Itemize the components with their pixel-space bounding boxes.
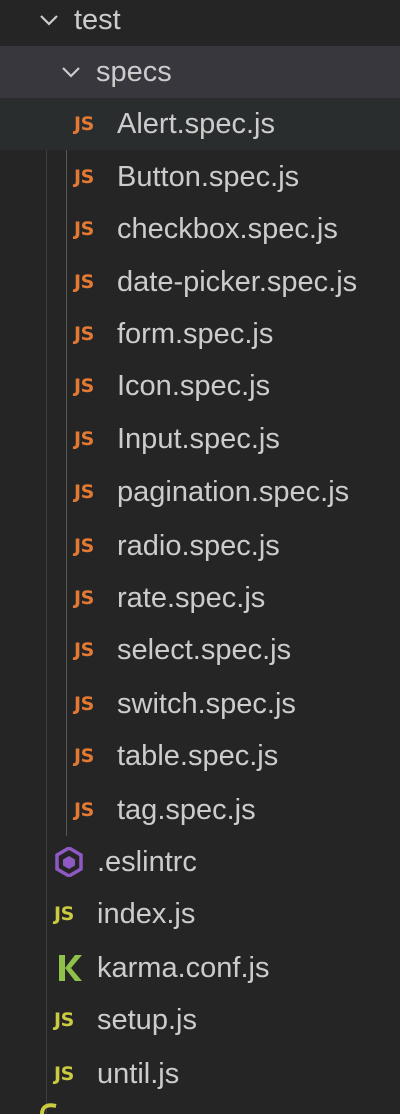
- js-file-icon: JS: [74, 166, 94, 188]
- file-label: rate.spec.js: [117, 582, 266, 614]
- folder-specs-label: specs: [96, 56, 172, 88]
- file-input-spec[interactable]: JS Input.spec.js: [0, 413, 400, 465]
- file-rate-spec[interactable]: JS rate.spec.js: [0, 572, 400, 624]
- js-file-icon: JS: [74, 535, 94, 557]
- file-label: Input.spec.js: [117, 423, 280, 455]
- js-file-icon: JS: [54, 1063, 74, 1085]
- file-setup-js[interactable]: JS setup.js: [0, 994, 400, 1046]
- js-file-icon: JS: [74, 799, 94, 821]
- file-label: setup.js: [97, 1004, 197, 1036]
- file-karma-conf[interactable]: karma.conf.js: [0, 942, 400, 994]
- file-label: pagination.spec.js: [117, 476, 350, 508]
- js-file-icon: JS: [74, 428, 94, 450]
- js-file-icon: JS: [74, 639, 94, 661]
- chevron-down-icon: [38, 9, 60, 31]
- file-alert-spec[interactable]: JS Alert.spec.js: [0, 98, 400, 150]
- folder-specs[interactable]: specs: [0, 46, 400, 98]
- file-index-js[interactable]: JS index.js: [0, 888, 400, 940]
- js-file-icon: JS: [54, 903, 74, 925]
- file-label: tag.spec.js: [117, 794, 256, 826]
- file-pagination-spec[interactable]: JS pagination.spec.js: [0, 466, 400, 518]
- js-file-icon: JS: [74, 693, 94, 715]
- file-checkbox-spec[interactable]: JS checkbox.spec.js: [0, 203, 400, 255]
- file-icon-spec[interactable]: JS Icon.spec.js: [0, 360, 400, 412]
- chevron-down-icon: [60, 61, 82, 83]
- file-form-spec[interactable]: JS form.spec.js: [0, 308, 400, 360]
- file-label: .eslintrc: [97, 846, 197, 878]
- file-label: Alert.spec.js: [117, 108, 275, 140]
- file-until-js[interactable]: JS until.js: [0, 1048, 400, 1100]
- eslint-icon: [54, 847, 88, 877]
- file-label: radio.spec.js: [117, 530, 280, 562]
- js-file-icon: JS: [54, 1009, 74, 1031]
- file-label: form.spec.js: [117, 318, 274, 350]
- file-label: select.spec.js: [117, 634, 292, 666]
- file-label: date-picker.spec.js: [117, 266, 358, 298]
- file-date-picker-spec[interactable]: JS date-picker.spec.js: [0, 256, 400, 308]
- file-label: table.spec.js: [117, 740, 279, 772]
- js-file-icon: JS: [74, 323, 94, 345]
- js-file-icon: JS: [74, 481, 94, 503]
- js-file-icon: JS: [74, 745, 94, 767]
- folder-test-label: test: [74, 4, 121, 36]
- file-label: switch.spec.js: [117, 688, 296, 720]
- karma-icon: [54, 953, 88, 983]
- file-switch-spec[interactable]: JS switch.spec.js: [0, 678, 400, 730]
- js-file-icon: JS: [74, 113, 94, 135]
- file-label: index.js: [97, 898, 196, 930]
- file-eslintrc[interactable]: .eslintrc: [0, 836, 400, 888]
- file-next-partial[interactable]: [0, 1100, 400, 1114]
- js-file-icon: JS: [74, 218, 94, 240]
- js-file-icon: JS: [74, 271, 94, 293]
- file-label: karma.conf.js: [97, 952, 270, 984]
- file-button-spec[interactable]: JS Button.spec.js: [0, 151, 400, 203]
- file-label: Button.spec.js: [117, 161, 300, 193]
- file-table-spec[interactable]: JS table.spec.js: [0, 730, 400, 782]
- file-tag-spec[interactable]: JS tag.spec.js: [0, 784, 400, 836]
- file-label: checkbox.spec.js: [117, 213, 338, 245]
- file-icon: [34, 1100, 68, 1114]
- file-select-spec[interactable]: JS select.spec.js: [0, 624, 400, 676]
- file-label: until.js: [97, 1058, 180, 1090]
- js-file-icon: JS: [74, 587, 94, 609]
- folder-test[interactable]: test: [0, 0, 400, 46]
- file-radio-spec[interactable]: JS radio.spec.js: [0, 520, 400, 572]
- js-file-icon: JS: [74, 375, 94, 397]
- file-label: Icon.spec.js: [117, 370, 271, 402]
- file-explorer-tree: test specs JS Alert.spec.js JS Button.sp…: [0, 0, 400, 1114]
